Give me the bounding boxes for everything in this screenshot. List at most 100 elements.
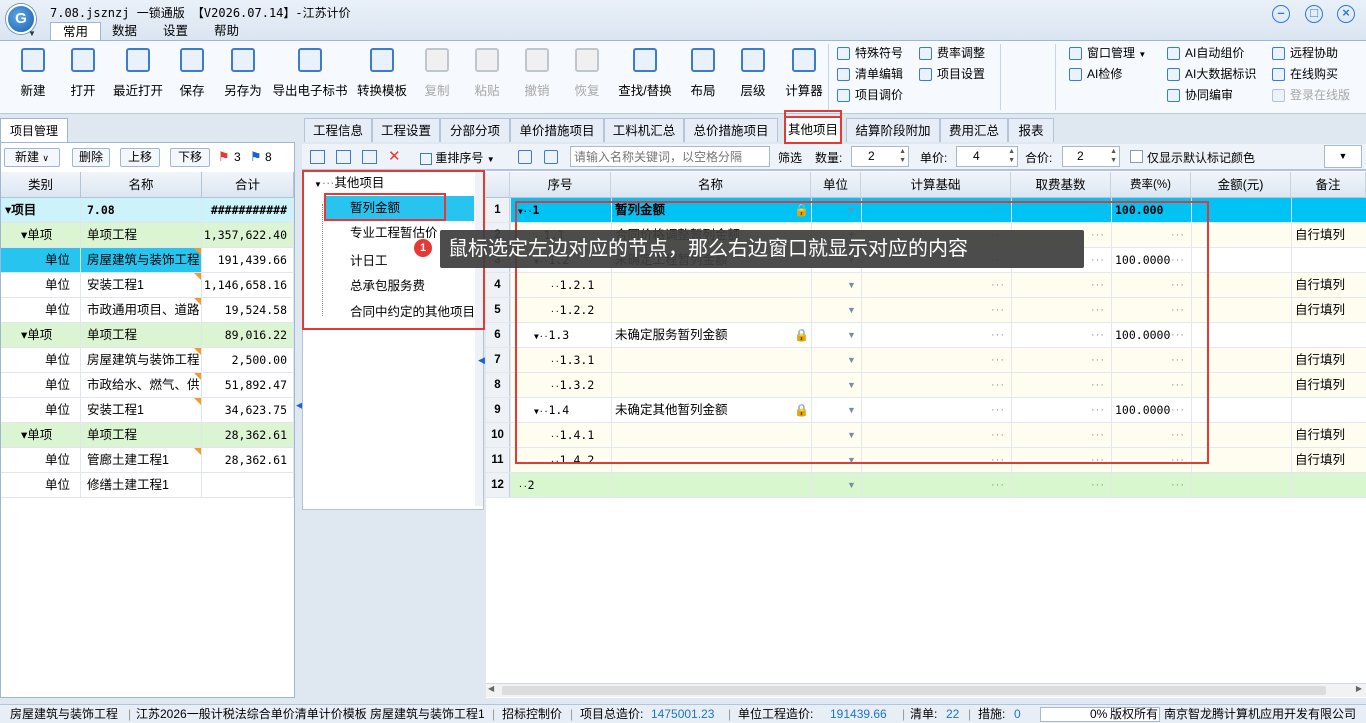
- tab-cost-summary[interactable]: 费用汇总: [940, 118, 1008, 142]
- undo-button[interactable]: 撤销: [520, 45, 554, 105]
- col-header-calc-base[interactable]: 计算基础: [861, 172, 1011, 198]
- tab-project-info[interactable]: 工程信息: [304, 118, 372, 142]
- col-header-type[interactable]: 类别: [1, 172, 81, 198]
- scroll-left-icon[interactable]: ◀: [488, 684, 494, 693]
- copy-button[interactable]: 复制: [420, 45, 454, 105]
- row-number[interactable]: 10: [486, 423, 510, 447]
- list-edit-button[interactable]: 清单编辑: [835, 65, 915, 84]
- row-note[interactable]: 自行填列: [1295, 423, 1365, 447]
- qty-stepper[interactable]: 2 ▲ ▼: [851, 146, 909, 167]
- splitter-arrow-icon[interactable]: ◀: [478, 355, 485, 366]
- col-header-seq[interactable]: 序号: [510, 172, 611, 198]
- reorder-button[interactable]: 重排序号 ▼: [420, 149, 515, 167]
- price-stepper[interactable]: 4 ▲ ▼: [956, 146, 1018, 167]
- row-number[interactable]: 12: [486, 473, 510, 497]
- row-rate[interactable]: [1115, 473, 1173, 497]
- save-button[interactable]: 保存: [173, 45, 211, 105]
- expand-all-icon[interactable]: [310, 150, 325, 164]
- row-number[interactable]: 6: [486, 323, 510, 347]
- col-header-unit[interactable]: 单位: [811, 172, 861, 198]
- new-button[interactable]: 新建: [14, 45, 52, 105]
- delete-icon[interactable]: ✕: [388, 147, 401, 165]
- scroll-thumb[interactable]: [502, 686, 1326, 695]
- delete-button[interactable]: 删除: [72, 148, 110, 167]
- row-number[interactable]: 11: [486, 448, 510, 472]
- row-number[interactable]: 4: [486, 273, 510, 297]
- tab-reports[interactable]: 报表: [1008, 118, 1054, 142]
- price-adjust-button[interactable]: 项目调价: [835, 86, 915, 105]
- menu-data[interactable]: 数据: [100, 22, 149, 40]
- row-note[interactable]: [1295, 398, 1365, 422]
- level-select-icon[interactable]: [362, 150, 377, 164]
- row-note[interactable]: 自行填列: [1295, 223, 1365, 247]
- scroll-right-icon[interactable]: ▶: [1356, 684, 1362, 693]
- calculator-button[interactable]: 计算器: [782, 45, 826, 105]
- convert-template-button[interactable]: 转换模板: [354, 45, 410, 105]
- app-menu-arrow-icon[interactable]: ▼: [28, 29, 36, 38]
- row-number[interactable]: 9: [486, 398, 510, 422]
- project-manager-tab[interactable]: 项目管理: [0, 118, 68, 142]
- row-note[interactable]: [1295, 198, 1365, 222]
- menu-settings[interactable]: 设置: [151, 22, 200, 40]
- unit-dropdown-icon[interactable]: ▼: [847, 473, 859, 497]
- tab-project-settings[interactable]: 工程设置: [372, 118, 440, 142]
- row-note[interactable]: [1295, 473, 1365, 497]
- menu-help[interactable]: 帮助: [202, 22, 251, 40]
- tab-sections[interactable]: 分部分项: [440, 118, 510, 142]
- ai-auto-price-button[interactable]: AI自动组价: [1165, 44, 1265, 63]
- rate-adjust-button[interactable]: 费率调整: [917, 44, 997, 63]
- col-header-amount[interactable]: 金额(元): [1191, 172, 1291, 198]
- ai-check-button[interactable]: AI检修: [1067, 65, 1157, 84]
- row-number[interactable]: 7: [486, 348, 510, 372]
- new-item-button[interactable]: 新建 ∨: [4, 148, 60, 167]
- open-button[interactable]: 打开: [64, 45, 102, 105]
- online-buy-button[interactable]: 在线购买: [1270, 65, 1360, 84]
- layout-button[interactable]: 布局: [686, 45, 720, 105]
- row-number[interactable]: 5: [486, 298, 510, 322]
- window-manage-button[interactable]: 窗口管理 ▼: [1067, 44, 1157, 63]
- remote-assist-button[interactable]: 远程协助: [1270, 44, 1360, 63]
- tree-row-unit[interactable]: 单位 安装工程1 1,146,658.16: [1, 273, 294, 298]
- tab-total-measures[interactable]: 总价措施项目: [684, 118, 778, 142]
- row-number[interactable]: 1: [486, 198, 510, 222]
- close-icon[interactable]: ×: [1337, 5, 1355, 23]
- col-header-total[interactable]: 合计: [202, 172, 294, 198]
- row-note[interactable]: 自行填列: [1295, 298, 1365, 322]
- tree-row-single[interactable]: ▾单项 单项工程 1,357,622.40: [1, 223, 294, 248]
- search-input[interactable]: [570, 146, 770, 167]
- row-note[interactable]: 自行填列: [1295, 373, 1365, 397]
- collab-review-button[interactable]: 协同编审: [1165, 86, 1265, 105]
- export-icon[interactable]: [544, 150, 558, 164]
- grid-row[interactable]: 12 ··2 ▼ ··· ··· ···: [486, 473, 1366, 498]
- col-header-name[interactable]: 名称: [81, 172, 202, 198]
- move-up-button[interactable]: 上移: [120, 148, 160, 167]
- row-name[interactable]: [615, 473, 790, 497]
- tree-row-unit[interactable]: 单位 市政通用项目、道路 19,524.58: [1, 298, 294, 323]
- tree-row-single[interactable]: ▾单项 单项工程 89,016.22: [1, 323, 294, 348]
- tree-row-project[interactable]: ▾项目 7.08 ###########: [1, 198, 294, 223]
- tab-materials[interactable]: 工料机汇总: [604, 118, 684, 142]
- filter-label[interactable]: 筛选: [778, 149, 802, 166]
- row-note[interactable]: [1295, 248, 1365, 272]
- red-flag-icon[interactable]: ⚑: [218, 149, 230, 165]
- menu-home[interactable]: 常用: [50, 22, 102, 40]
- find-replace-button[interactable]: 查找/替换: [614, 45, 676, 105]
- import-icon[interactable]: [518, 150, 532, 164]
- stepper-arrows-icon[interactable]: ▲ ▼: [899, 147, 906, 165]
- tree-row-unit[interactable]: 单位 安装工程1 34,623.75: [1, 398, 294, 423]
- grid-horizontal-scrollbar[interactable]: ◀ ▶: [486, 683, 1366, 697]
- row-note[interactable]: [1295, 323, 1365, 347]
- special-symbol-button[interactable]: 特殊符号: [835, 44, 915, 63]
- tree-row-single[interactable]: ▾单项 单项工程 28,362.61: [1, 423, 294, 448]
- save-as-button[interactable]: 另存为: [220, 45, 266, 105]
- project-settings-button[interactable]: 项目设置: [917, 65, 997, 84]
- restore-icon[interactable]: □: [1305, 5, 1323, 23]
- minimize-icon[interactable]: –: [1272, 5, 1290, 23]
- col-header-name[interactable]: 名称: [611, 172, 811, 198]
- rate-ellipsis-icon[interactable]: ···: [1171, 473, 1187, 497]
- tab-settlement[interactable]: 结算阶段附加: [846, 118, 940, 142]
- export-bid-button[interactable]: 导出电子标书: [272, 45, 348, 105]
- row-number[interactable]: 8: [486, 373, 510, 397]
- redo-button[interactable]: 恢复: [570, 45, 604, 105]
- stepper-arrows-icon[interactable]: ▲ ▼: [1110, 147, 1117, 165]
